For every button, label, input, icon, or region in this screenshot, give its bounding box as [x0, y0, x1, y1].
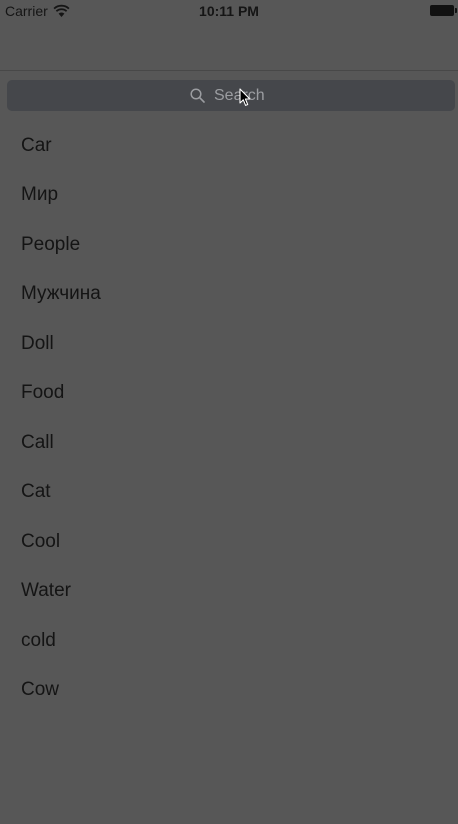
battery-icon: [430, 5, 457, 16]
search-icon: [190, 88, 205, 103]
list-item[interactable]: Мир: [0, 171, 458, 221]
list-item[interactable]: Cool: [0, 517, 458, 567]
search-input[interactable]: [214, 86, 272, 105]
list-item[interactable]: Cow: [0, 666, 458, 716]
list-item[interactable]: Doll: [0, 319, 458, 369]
list-item[interactable]: Water: [0, 567, 458, 617]
navigation-bar: [0, 22, 458, 71]
status-bar: Carrier 10:11 PM: [0, 0, 458, 22]
list-item[interactable]: Мужчина: [0, 270, 458, 320]
screen: Carrier 10:11 PM Car Мир People Мужчина …: [0, 0, 458, 824]
list-item[interactable]: People: [0, 220, 458, 270]
list-item[interactable]: Call: [0, 418, 458, 468]
status-time: 10:11 PM: [199, 3, 259, 19]
list-item[interactable]: Car: [0, 121, 458, 171]
results-list: Car Мир People Мужчина Doll Food Call Ca…: [0, 121, 458, 715]
list-item[interactable]: Cat: [0, 468, 458, 518]
list-item[interactable]: Food: [0, 369, 458, 419]
list-item[interactable]: cold: [0, 616, 458, 666]
search-bar[interactable]: [7, 80, 455, 111]
